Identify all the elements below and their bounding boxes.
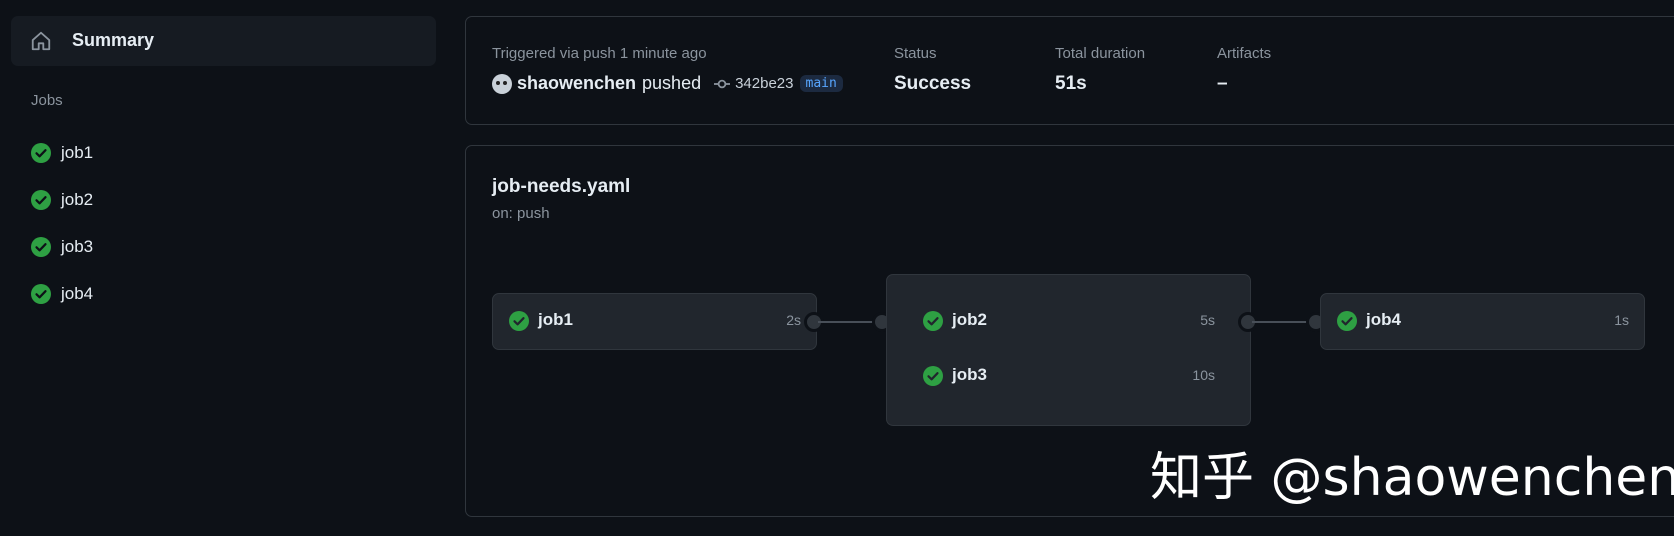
job-name: job1 [538,310,573,329]
graph-job-job2[interactable]: job2 5s [887,306,1250,336]
sidebar-item-job3[interactable]: job3 [11,229,436,265]
success-check-icon [31,284,51,304]
actor-link[interactable]: shaowenchen [517,73,636,94]
duration-label: Total duration [1055,45,1146,62]
trigger-details: shaowenchen pushed 342be23 main [492,73,843,94]
branch-badge[interactable]: main [799,75,843,92]
sidebar-item-summary[interactable]: Summary [11,16,436,66]
run-summary-card: Triggered via push 1 minute ago shaowenc… [465,16,1674,125]
job-name: job4 [1366,310,1401,329]
graph-job-row[interactable]: job1 2s [493,306,816,336]
job-duration: 5s [1200,312,1215,328]
sidebar-item-label: job3 [61,237,94,256]
success-check-icon [1337,311,1357,331]
jobs-heading: Jobs [31,92,63,109]
status-value: Success [894,73,972,94]
artifacts-value: – [1217,73,1228,94]
graph-job-job3[interactable]: job3 10s [887,361,1250,391]
avatar[interactable] [492,73,512,94]
sidebar-item-label: job2 [61,190,94,209]
home-icon [31,31,51,51]
connector-line [1252,321,1308,323]
success-check-icon [923,311,943,331]
workflow-run-page: Summary Jobs job1 job2 job3 job4 Trigger… [0,0,1674,536]
success-check-icon [31,143,51,163]
job-name: job3 [952,365,987,384]
action-text: pushed [642,73,702,93]
sidebar: Summary Jobs job1 job2 job3 job4 [0,0,450,536]
duration-value: 51s [1055,73,1087,94]
graph-job-job1[interactable]: job1 2s [492,293,817,350]
workflow-title: job-needs.yaml [492,176,631,197]
graph-job-group: job2 5s job3 10s [886,274,1251,426]
success-check-icon [923,366,943,386]
job-duration: 2s [786,312,801,328]
workflow-trigger: on: push [492,205,550,222]
success-check-icon [509,311,529,331]
trigger-text: Triggered via push 1 minute ago [492,45,707,62]
job-duration: 1s [1614,312,1629,328]
sidebar-item-job4[interactable]: job4 [11,276,436,312]
commit-icon [714,79,731,88]
watermark: 知乎 @shaowenchen [1150,448,1674,508]
commit-sha-link[interactable]: 342be23 [735,75,793,92]
sidebar-item-label: job4 [61,284,94,303]
job-name: job2 [952,310,987,329]
status-label: Status [894,45,937,62]
sidebar-item-label: Summary [72,30,155,50]
success-check-icon [31,190,51,210]
artifacts-label: Artifacts [1217,45,1272,62]
sidebar-item-job1[interactable]: job1 [11,135,436,171]
sidebar-item-label: job1 [61,143,94,162]
sidebar-item-job2[interactable]: job2 [11,182,436,218]
graph-job-job4[interactable]: job4 1s [1320,293,1645,350]
graph-job-row[interactable]: job4 1s [1321,306,1644,336]
job-duration: 10s [1192,367,1215,383]
connector-line [818,321,873,323]
success-check-icon [31,237,51,257]
